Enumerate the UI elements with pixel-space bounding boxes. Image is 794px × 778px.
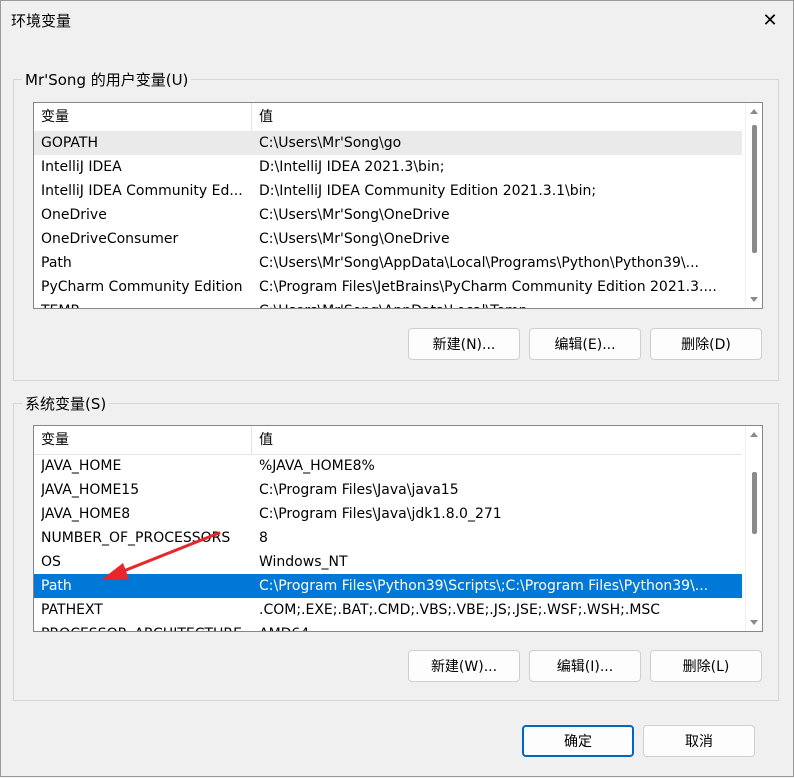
variable-name: Path xyxy=(41,578,72,594)
table-row[interactable]: GOPATH C:\Users\Mr'Song\go xyxy=(34,131,742,155)
variable-value: C:\Users\Mr'Song\AppData\Local\Temp xyxy=(259,299,732,308)
variable-value: C:\Program Files\Java\jdk1.8.0_271 xyxy=(259,506,502,522)
variable-value: C:\Users\Mr'Song\AppData\Local\Programs\… xyxy=(259,255,699,271)
table-row[interactable]: IntelliJ IDEA D:\IntelliJ IDEA 2021.3\bi… xyxy=(34,155,742,179)
system-edit-button[interactable]: 编辑(I)... xyxy=(529,650,641,682)
system-variables-group-label: 系统变量(S) xyxy=(22,393,110,414)
table-row[interactable]: JAVA_HOME15 C:\Program Files\Java\java15 xyxy=(34,478,742,502)
variable-name: JAVA_HOME xyxy=(41,458,122,474)
variable-value: C:\Program Files\Python39\Scripts\;C:\Pr… xyxy=(259,578,709,594)
scroll-thumb[interactable] xyxy=(752,472,757,534)
system-new-button[interactable]: 新建(W)... xyxy=(408,650,520,682)
table-row[interactable]: IntelliJ IDEA Community Ed... D:\Intelli… xyxy=(34,179,742,203)
column-header-value[interactable]: 值 xyxy=(252,426,273,454)
variable-value: Windows_NT xyxy=(259,554,348,570)
variable-value: C:\Program Files\JetBrains\PyCharm Commu… xyxy=(259,279,717,295)
user-delete-button[interactable]: 删除(D) xyxy=(650,328,762,360)
scroll-up-icon[interactable] xyxy=(750,432,758,437)
table-row-selected[interactable]: Path C:\Program Files\Python39\Scripts\;… xyxy=(34,574,742,598)
title-bar: 环境变量 ✕ xyxy=(1,1,793,39)
user-list-scrollbar[interactable] xyxy=(745,103,762,308)
variable-name: GOPATH xyxy=(41,135,98,151)
table-row[interactable]: PATHEXT .COM;.EXE;.BAT;.CMD;.VBS;.VBE;.J… xyxy=(34,598,742,622)
variable-name: IntelliJ IDEA Community Ed... xyxy=(41,183,243,199)
table-row[interactable]: PyCharm Community Edition C:\Program Fil… xyxy=(34,275,742,299)
user-variables-group-label: Mr'Song 的用户变量(U) xyxy=(22,69,192,90)
column-header-variable[interactable]: 变量 xyxy=(34,426,252,454)
table-row[interactable]: OS Windows_NT xyxy=(34,550,742,574)
variable-name: IntelliJ IDEA xyxy=(41,159,122,175)
scroll-down-icon[interactable] xyxy=(750,297,758,302)
variable-name: NUMBER_OF_PROCESSORS xyxy=(41,530,231,546)
user-new-button[interactable]: 新建(N)... xyxy=(408,328,520,360)
close-icon[interactable]: ✕ xyxy=(747,1,793,39)
column-header-variable[interactable]: 变量 xyxy=(34,103,252,131)
variable-value: 8 xyxy=(259,530,268,546)
table-row[interactable]: TEMP C:\Users\Mr'Song\AppData\Local\Temp xyxy=(34,299,742,308)
system-list-scrollbar[interactable] xyxy=(745,426,762,631)
table-row[interactable]: Path C:\Users\Mr'Song\AppData\Local\Prog… xyxy=(34,251,742,275)
variable-name: PATHEXT xyxy=(41,602,103,618)
user-variables-list[interactable]: 变量 值 GOPATH C:\Users\Mr'Song\go IntelliJ… xyxy=(33,102,763,309)
variable-name: OneDriveConsumer xyxy=(41,231,179,247)
variable-value: C:\Users\Mr'Song\OneDrive xyxy=(259,207,450,223)
table-row[interactable]: NUMBER_OF_PROCESSORS 8 xyxy=(34,526,742,550)
variable-name: TEMP xyxy=(41,299,252,308)
scroll-thumb[interactable] xyxy=(752,125,757,253)
window-title: 环境变量 xyxy=(11,12,72,30)
table-row[interactable]: JAVA_HOME %JAVA_HOME8% xyxy=(34,454,742,478)
variable-value: %JAVA_HOME8% xyxy=(259,458,375,474)
table-row[interactable]: OneDriveConsumer C:\Users\Mr'Song\OneDri… xyxy=(34,227,742,251)
column-header-value[interactable]: 值 xyxy=(252,103,273,131)
system-variables-list-header: 变量 值 xyxy=(34,426,742,455)
table-row[interactable]: PROCESSOR_ARCHITECTURE AMD64 xyxy=(34,622,742,631)
variable-value: D:\IntelliJ IDEA Community Edition 2021.… xyxy=(259,183,597,199)
variable-name: PyCharm Community Edition xyxy=(41,279,243,295)
variable-value: C:\Program Files\Java\java15 xyxy=(259,482,459,498)
table-row[interactable]: JAVA_HOME8 C:\Program Files\Java\jdk1.8.… xyxy=(34,502,742,526)
scroll-up-icon[interactable] xyxy=(750,109,758,114)
ok-button[interactable]: 确定 xyxy=(522,725,634,757)
variable-name: OneDrive xyxy=(41,207,107,223)
cancel-button[interactable]: 取消 xyxy=(643,725,755,757)
system-variables-list[interactable]: 变量 值 JAVA_HOME %JAVA_HOME8% JAVA_HOME15 … xyxy=(33,425,763,632)
variable-value: C:\Users\Mr'Song\go xyxy=(259,135,402,151)
user-edit-button[interactable]: 编辑(E)... xyxy=(529,328,641,360)
variable-name: Path xyxy=(41,255,72,271)
variable-value: C:\Users\Mr'Song\OneDrive xyxy=(259,231,450,247)
table-row[interactable]: OneDrive C:\Users\Mr'Song\OneDrive xyxy=(34,203,742,227)
variable-value: .COM;.EXE;.BAT;.CMD;.VBS;.VBE;.JS;.JSE;.… xyxy=(259,602,661,618)
environment-variables-dialog: 环境变量 ✕ Mr'Song 的用户变量(U) 变量 值 GOPATH C:\U… xyxy=(0,0,794,777)
variable-value: D:\IntelliJ IDEA 2021.3\bin; xyxy=(259,159,445,175)
variable-value: AMD64 xyxy=(259,622,732,631)
variable-name: JAVA_HOME8 xyxy=(41,506,131,522)
variable-name: JAVA_HOME15 xyxy=(41,482,140,498)
scroll-down-icon[interactable] xyxy=(750,620,758,625)
variable-name: PROCESSOR_ARCHITECTURE xyxy=(41,622,252,631)
system-delete-button[interactable]: 删除(L) xyxy=(650,650,762,682)
variable-name: OS xyxy=(41,554,61,570)
user-variables-list-header: 变量 值 xyxy=(34,103,742,132)
